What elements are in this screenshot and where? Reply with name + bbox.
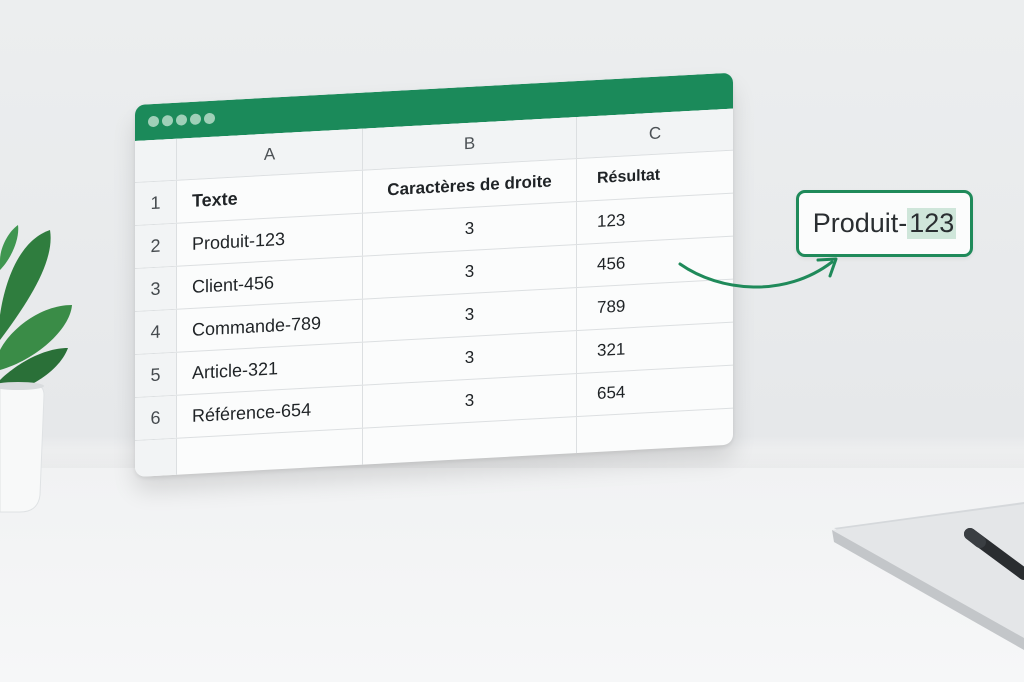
window-dot-1[interactable] (148, 115, 159, 128)
callout-highlight: 123 (907, 208, 957, 239)
curved-arrow-icon (678, 257, 838, 289)
row-header[interactable] (135, 438, 177, 478)
select-all-corner[interactable] (135, 138, 177, 182)
row-header[interactable]: 1 (135, 180, 177, 225)
row-header[interactable]: 3 (135, 266, 177, 311)
window-dot-2[interactable] (162, 114, 173, 127)
cell-c2[interactable]: 123 (577, 194, 733, 244)
window-dot-3[interactable] (176, 114, 187, 126)
cell-c5[interactable]: 321 (577, 323, 733, 373)
row-header[interactable]: 5 (135, 352, 177, 397)
cell-c6[interactable]: 654 (577, 366, 733, 416)
laptop-decoration (832, 502, 1024, 650)
row-header[interactable]: 4 (135, 309, 177, 354)
cell-c1[interactable]: Résultat (577, 151, 733, 201)
column-header-c[interactable]: C (577, 108, 733, 159)
window-controls (148, 112, 215, 128)
window-dot-5[interactable] (204, 112, 215, 125)
spreadsheet-window: A B C 1 Texte Caractères de droite Résul… (135, 72, 733, 478)
result-callout: Produit- 123 (796, 190, 973, 257)
row-header[interactable]: 2 (135, 223, 177, 268)
callout-prefix: Produit- (812, 208, 908, 238)
plant-decoration (0, 225, 72, 513)
window-dot-4[interactable] (190, 113, 201, 126)
row-header[interactable]: 6 (135, 395, 177, 440)
spreadsheet-grid: A B C 1 Texte Caractères de droite Résul… (135, 108, 733, 478)
